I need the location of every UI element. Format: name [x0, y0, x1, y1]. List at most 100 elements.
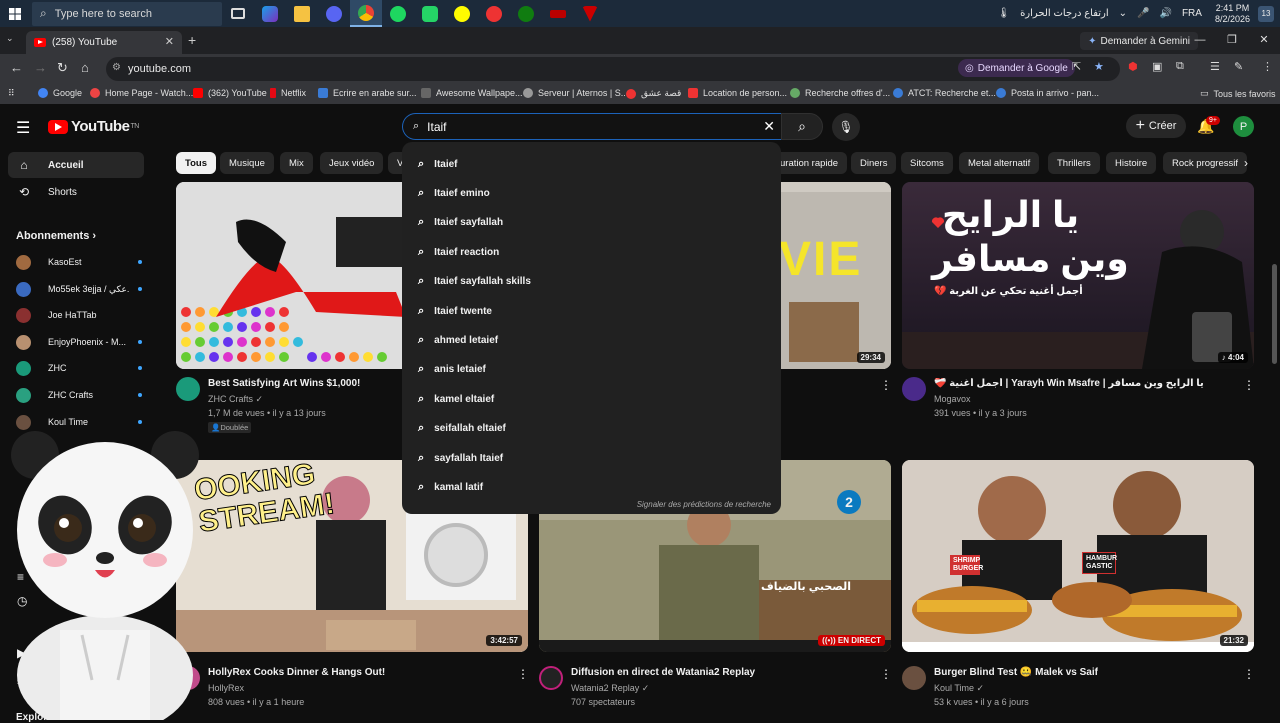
app-icon-2[interactable] [478, 0, 510, 27]
extensions-icon[interactable]: ⧉ [1176, 60, 1184, 73]
video-thumbnail[interactable]: يا الرايح وين مسافر أجمل أغنية تحكي عن ا… [902, 182, 1254, 369]
taskbar-search[interactable]: ⌕ Type here to search [32, 1, 222, 26]
ask-gemini-button[interactable]: ✦ Demander à Gemini [1080, 32, 1198, 50]
bookmark-qissat[interactable]: قصة عشق [626, 88, 681, 99]
subscription-item[interactable]: EnjoyPhoenix - M... [16, 331, 146, 353]
extension-icon-2[interactable]: ▣ [1152, 60, 1162, 73]
weather-text[interactable]: ارتفاع درجات الحرارة [1020, 8, 1109, 19]
subscription-item[interactable]: Mo55ek 3ejja / عكي... [16, 278, 146, 300]
bookmark-netflix[interactable]: Netflix [270, 88, 306, 98]
ask-google-button[interactable]: ◎ Demander à Google [958, 59, 1075, 77]
bookmark-aternos[interactable]: Serveur | Aternos | S... [523, 88, 628, 98]
app-icon-1[interactable] [254, 0, 286, 27]
channel-avatar[interactable] [176, 377, 200, 401]
chevron-up-icon[interactable]: ⌄ [1119, 8, 1127, 19]
file-explorer-icon[interactable] [286, 0, 318, 27]
spotify-icon[interactable] [382, 0, 414, 27]
chip-history[interactable]: Histoire [1106, 152, 1157, 174]
close-window-icon[interactable]: ✕ [1248, 27, 1280, 54]
minimize-icon[interactable]: — [1184, 27, 1216, 54]
chip-prog-rock[interactable]: Rock progressif [1163, 152, 1247, 174]
sidebar-item-home[interactable]: ⌂ Accueil [8, 152, 144, 178]
browser-menu-icon[interactable]: ⋮ [1262, 60, 1273, 73]
clock[interactable]: 2:41 PM 8/2/2026 [1215, 3, 1250, 25]
account-avatar[interactable]: P [1233, 116, 1254, 137]
suggestion-item[interactable]: ⌕ kamal latif [402, 473, 781, 502]
app-icon-3[interactable] [542, 0, 574, 27]
channel-avatar[interactable] [902, 666, 926, 690]
search-box[interactable]: ⌕ ✕ [402, 113, 781, 140]
chip-games[interactable]: Jeux vidéo [320, 152, 384, 174]
video-thumbnail[interactable]: SHRIMP BURGER HAMBUR GASTIC 21:32 [902, 460, 1254, 652]
channel-name[interactable]: HollyRex [208, 683, 244, 693]
bookmark-watch[interactable]: Home Page - Watch... [90, 88, 193, 98]
suggestion-item[interactable]: ⌕ seifallah eltaief [402, 414, 781, 443]
windows-start-icon[interactable] [0, 0, 30, 27]
subscription-item[interactable]: ZHC Crafts [16, 384, 146, 406]
channel-name[interactable]: Watania2 Replay ✓ [571, 683, 649, 694]
chip-metal[interactable]: Metal alternatif [959, 152, 1040, 174]
subscription-item[interactable]: Joe HaTTab [16, 304, 146, 326]
bookmark-star-icon[interactable]: ★ [1094, 60, 1104, 73]
channel-name[interactable]: Mogavox [934, 394, 971, 404]
apps-grid-icon[interactable]: ⠿ [8, 88, 15, 99]
clear-search-icon[interactable]: ✕ [763, 118, 775, 135]
suggestion-item[interactable]: ⌕ Itaief reaction [402, 238, 781, 267]
tab-search-icon[interactable]: ⌄ [6, 33, 14, 44]
close-tab-icon[interactable]: ✕ [165, 35, 174, 48]
channel-avatar[interactable] [902, 377, 926, 401]
more-options-icon[interactable]: ⋮ [1243, 667, 1255, 681]
suggestion-item[interactable]: ⌕ Itaief sayfallah [402, 208, 781, 237]
profile-icon[interactable]: ✎ [1234, 60, 1243, 73]
suggestion-item[interactable]: ⌕ kamel eltaief [402, 385, 781, 414]
hamburger-menu-icon[interactable]: ☰ [16, 118, 30, 138]
chip-short-duration[interactable]: uration rapide [770, 152, 848, 174]
bookmark-wallpaper[interactable]: Awesome Wallpape... [421, 88, 523, 98]
create-button[interactable]: + Créer [1126, 114, 1186, 138]
chrome-icon[interactable] [350, 0, 382, 27]
notification-center-icon[interactable]: 13 [1258, 5, 1274, 22]
language-indicator[interactable]: FRA [1182, 8, 1202, 19]
maximize-icon[interactable]: ❐ [1216, 27, 1248, 54]
chip-music[interactable]: Musique [220, 152, 274, 174]
speaker-icon[interactable]: 🔊 [1160, 8, 1172, 19]
chip-mix[interactable]: Mix [280, 152, 313, 174]
tab-youtube[interactable]: (258) YouTube ✕ [26, 31, 182, 54]
weather-icon[interactable]: 🌡 [997, 8, 1010, 19]
snapchat-icon[interactable] [446, 0, 478, 27]
microphone-icon[interactable]: 🎤 [1137, 8, 1149, 19]
channel-name[interactable]: Koul Time ✓ [934, 683, 984, 694]
task-view-icon[interactable] [222, 0, 254, 27]
reload-icon[interactable]: ↻ [57, 60, 68, 76]
more-options-icon[interactable]: ⋮ [880, 378, 892, 392]
suggestion-item[interactable]: ⌕ Itaief sayfallah skills [402, 267, 781, 296]
video-title[interactable]: HollyRex Cooks Dinner & Hangs Out! [208, 667, 385, 678]
suggestion-item[interactable]: ⌕ Itaief twente [402, 297, 781, 326]
video-title[interactable]: Diffusion en direct de Watania2 Replay [571, 667, 755, 678]
xbox-icon[interactable] [510, 0, 542, 27]
video-title[interactable]: ❤️‍🩹 أجمل أغنية | Yarayh Win Msafre | يا… [934, 378, 1234, 389]
reading-list-icon[interactable]: ☰ [1210, 60, 1220, 73]
search-button[interactable]: ⌕ [781, 113, 823, 140]
discord-icon[interactable] [318, 0, 350, 27]
chip-diners[interactable]: Diners [851, 152, 897, 174]
video-title[interactable]: Best Satisfying Art Wins $1,000! [208, 378, 360, 389]
youtube-logo[interactable]: YouTube TN [48, 118, 139, 135]
extension-icon-1[interactable]: ⬢ [1128, 60, 1138, 73]
bookmark-location[interactable]: Location de person... [688, 88, 787, 98]
chip-sitcoms[interactable]: Sitcoms [901, 152, 953, 174]
subscription-item[interactable]: KasoEst [16, 251, 146, 273]
chip-thrillers[interactable]: Thrillers [1048, 152, 1100, 174]
more-options-icon[interactable]: ⋮ [880, 667, 892, 681]
site-info-icon[interactable]: ⚙ [112, 62, 121, 73]
all-bookmarks[interactable]: ▭ Tous les favoris [1200, 88, 1276, 99]
suggestion-item[interactable]: ⌕ Itaief [402, 150, 781, 179]
app-icon-4[interactable] [574, 0, 606, 27]
suggestion-item[interactable]: ⌕ anis letaief [402, 355, 781, 384]
channel-avatar[interactable] [539, 666, 563, 690]
report-predictions-link[interactable]: Signaler des prédictions de recherche [637, 500, 771, 509]
voice-search-button[interactable]: 🎙 [832, 113, 860, 141]
suggestion-item[interactable]: ⌕ Itaief emino [402, 179, 781, 208]
back-icon[interactable]: ← [10, 60, 23, 75]
page-scrollbar[interactable] [1272, 264, 1277, 364]
